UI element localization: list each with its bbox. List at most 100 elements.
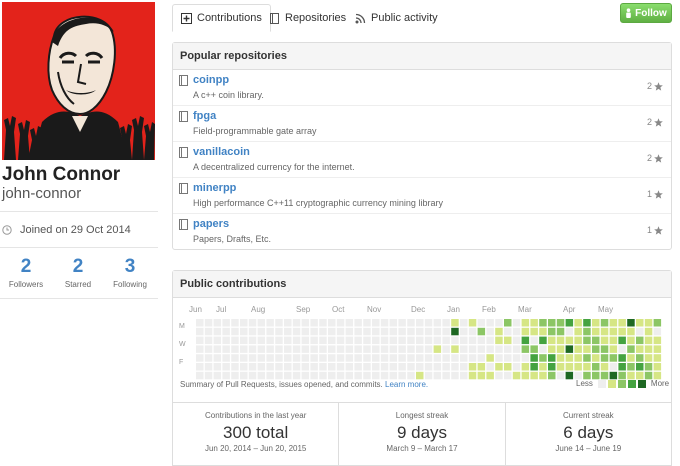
contribution-day[interactable] <box>284 363 292 371</box>
contribution-day[interactable] <box>213 336 222 345</box>
contribution-day[interactable] <box>442 371 450 380</box>
contribution-day[interactable] <box>196 327 204 336</box>
contribution-day[interactable] <box>618 319 626 327</box>
contribution-day[interactable] <box>380 319 389 327</box>
contribution-day[interactable] <box>292 319 301 327</box>
contribution-day[interactable] <box>433 354 442 362</box>
contribution-day[interactable] <box>328 371 336 380</box>
contribution-day[interactable] <box>451 363 459 371</box>
contribution-day[interactable] <box>460 336 468 345</box>
contribution-day[interactable] <box>301 354 310 362</box>
contribution-day[interactable] <box>222 354 230 362</box>
contribution-day[interactable] <box>266 319 274 327</box>
contribution-day[interactable] <box>556 363 565 371</box>
contribution-day[interactable] <box>389 354 398 362</box>
contribution-day[interactable] <box>442 345 450 353</box>
contribution-day[interactable] <box>609 363 618 371</box>
contribution-day[interactable] <box>451 327 459 336</box>
repo-name-link[interactable]: coinpp <box>193 74 229 86</box>
contribution-day[interactable] <box>240 371 248 380</box>
contribution-day[interactable] <box>460 319 468 327</box>
contribution-day[interactable] <box>372 327 380 336</box>
contribution-day[interactable] <box>266 327 274 336</box>
contribution-day[interactable] <box>495 319 503 327</box>
contribution-day[interactable] <box>424 354 433 362</box>
contribution-day[interactable] <box>222 327 230 336</box>
contribution-day[interactable] <box>504 363 512 371</box>
contribution-day[interactable] <box>363 319 371 327</box>
contribution-day[interactable] <box>380 345 389 353</box>
contribution-day[interactable] <box>301 336 310 345</box>
contribution-day[interactable] <box>416 363 424 371</box>
contribution-day[interactable] <box>222 363 230 371</box>
contribution-day[interactable] <box>548 354 556 362</box>
contribution-day[interactable] <box>222 336 230 345</box>
contribution-day[interactable] <box>521 327 530 336</box>
contribution-day[interactable] <box>565 327 574 336</box>
contribution-day[interactable] <box>301 319 310 327</box>
contribution-day[interactable] <box>424 327 433 336</box>
contribution-day[interactable] <box>380 327 389 336</box>
contribution-day[interactable] <box>627 319 635 327</box>
contribution-day[interactable] <box>530 319 538 327</box>
avatar[interactable] <box>2 2 155 160</box>
contribution-day[interactable] <box>495 327 503 336</box>
contribution-day[interactable] <box>284 371 292 380</box>
contribution-day[interactable] <box>468 336 477 345</box>
contribution-day[interactable] <box>407 336 415 345</box>
repo-item[interactable]: fpga Field-programmable gate array 2 <box>173 106 671 142</box>
contribution-day[interactable] <box>231 319 239 327</box>
contribution-day[interactable] <box>618 336 626 345</box>
contribution-day[interactable] <box>539 354 547 362</box>
contribution-day[interactable] <box>618 345 626 353</box>
contribution-day[interactable] <box>407 354 415 362</box>
contribution-day[interactable] <box>592 363 600 371</box>
contribution-day[interactable] <box>240 327 248 336</box>
contribution-day[interactable] <box>565 363 574 371</box>
contribution-day[interactable] <box>433 345 442 353</box>
repo-name-link[interactable]: vanillacoin <box>193 146 250 158</box>
contribution-day[interactable] <box>486 354 494 362</box>
contribution-day[interactable] <box>644 363 653 371</box>
contribution-day[interactable] <box>328 319 336 327</box>
contribution-day[interactable] <box>539 345 547 353</box>
contribution-day[interactable] <box>363 363 371 371</box>
contribution-day[interactable] <box>319 345 327 353</box>
contribution-day[interactable] <box>583 327 591 336</box>
contribution-day[interactable] <box>477 327 486 336</box>
contribution-day[interactable] <box>486 327 494 336</box>
contribution-day[interactable] <box>231 363 239 371</box>
contribution-day[interactable] <box>512 354 521 362</box>
contribution-day[interactable] <box>592 336 600 345</box>
contribution-day[interactable] <box>266 336 274 345</box>
contribution-day[interactable] <box>565 319 574 327</box>
contribution-day[interactable] <box>213 354 222 362</box>
contribution-day[interactable] <box>556 371 565 380</box>
contribution-day[interactable] <box>416 371 424 380</box>
contribution-day[interactable] <box>433 327 442 336</box>
contribution-day[interactable] <box>636 336 644 345</box>
contribution-day[interactable] <box>213 371 222 380</box>
contribution-day[interactable] <box>530 354 538 362</box>
contribution-day[interactable] <box>266 371 274 380</box>
contribution-day[interactable] <box>336 327 345 336</box>
contribution-day[interactable] <box>548 327 556 336</box>
contribution-day[interactable] <box>204 319 213 327</box>
contribution-day[interactable] <box>451 345 459 353</box>
contribution-day[interactable] <box>636 354 644 362</box>
contribution-day[interactable] <box>416 336 424 345</box>
contribution-day[interactable] <box>292 354 301 362</box>
contribution-day[interactable] <box>398 354 406 362</box>
contribution-day[interactable] <box>539 327 547 336</box>
contribution-day[interactable] <box>539 319 547 327</box>
contribution-day[interactable] <box>196 336 204 345</box>
contribution-day[interactable] <box>477 354 486 362</box>
contribution-day[interactable] <box>372 336 380 345</box>
contribution-day[interactable] <box>196 319 204 327</box>
contribution-day[interactable] <box>592 327 600 336</box>
contribution-day[interactable] <box>248 336 257 345</box>
contribution-day[interactable] <box>548 345 556 353</box>
contribution-day[interactable] <box>424 363 433 371</box>
contribution-day[interactable] <box>372 363 380 371</box>
contribution-day[interactable] <box>468 371 477 380</box>
